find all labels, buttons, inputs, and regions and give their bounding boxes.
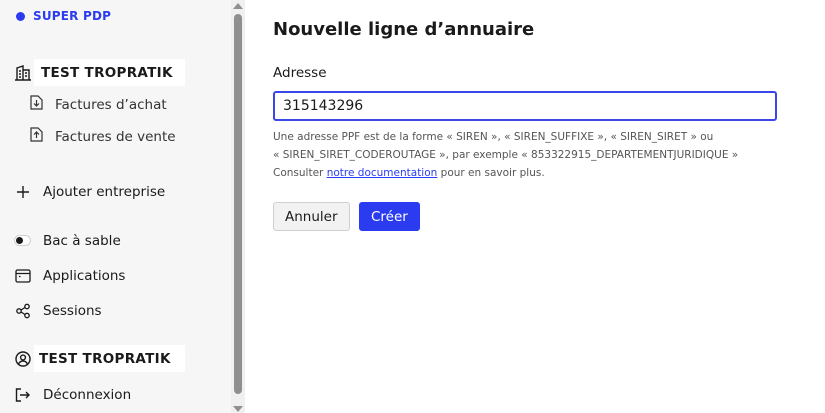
- window-icon: [14, 267, 31, 284]
- share-nodes-icon: [14, 302, 31, 319]
- org-name: TEST TROPRATIK: [41, 64, 173, 81]
- download-document-icon: [30, 95, 43, 114]
- user-name: TEST TROPRATIK: [39, 350, 171, 367]
- plus-icon: [14, 183, 31, 200]
- sandbox-toggle[interactable]: Bac à sable: [14, 232, 121, 249]
- sidebar-item-label: Factures d’achat: [55, 96, 167, 113]
- brand[interactable]: SUPER PDP: [16, 9, 111, 23]
- scroll-thumb[interactable]: [234, 14, 242, 394]
- logout-button[interactable]: Déconnexion: [14, 386, 131, 403]
- user-circle-icon: [14, 350, 32, 368]
- sidebar-item-applications[interactable]: Applications: [14, 267, 125, 284]
- org-switcher[interactable]: TEST TROPRATIK: [0, 59, 185, 86]
- page-title: Nouvelle ligne d’annuaire: [273, 19, 535, 40]
- scroll-up-icon[interactable]: [233, 3, 243, 9]
- address-input[interactable]: [273, 91, 777, 121]
- sidebar-item-sales-invoices[interactable]: Factures de vente: [30, 127, 176, 146]
- sidebar: SUPER PDP TEST TROPRATIK Factures d’acha…: [0, 0, 231, 413]
- logout-icon: [14, 386, 31, 403]
- user-menu[interactable]: TEST TROPRATIK: [0, 345, 185, 372]
- documentation-link[interactable]: notre documentation: [327, 167, 438, 179]
- add-company-label: Ajouter entreprise: [43, 183, 166, 200]
- applications-label: Applications: [43, 267, 126, 284]
- sessions-label: Sessions: [43, 302, 102, 319]
- sidebar-item-sessions[interactable]: Sessions: [14, 302, 102, 319]
- sidebar-item-purchase-invoices[interactable]: Factures d’achat: [30, 95, 167, 114]
- help-text: Une adresse PPF est de la forme « SIREN …: [273, 131, 739, 179]
- logout-label: Déconnexion: [43, 386, 132, 403]
- add-company-button[interactable]: Ajouter entreprise: [14, 183, 165, 200]
- building-icon: [14, 64, 32, 82]
- toggle-switch[interactable]: [14, 232, 31, 249]
- upload-document-icon: [30, 127, 43, 146]
- cancel-button[interactable]: Annuler: [273, 202, 350, 231]
- sidebar-item-label: Factures de vente: [55, 128, 176, 145]
- scroll-down-icon[interactable]: [233, 406, 243, 412]
- sandbox-label: Bac à sable: [43, 232, 121, 249]
- create-button[interactable]: Créer: [359, 202, 420, 231]
- brand-dot-icon: [16, 11, 25, 21]
- address-label: Adresse: [273, 65, 327, 81]
- sidebar-scrollbar[interactable]: [231, 0, 245, 413]
- brand-name: SUPER PDP: [33, 9, 112, 23]
